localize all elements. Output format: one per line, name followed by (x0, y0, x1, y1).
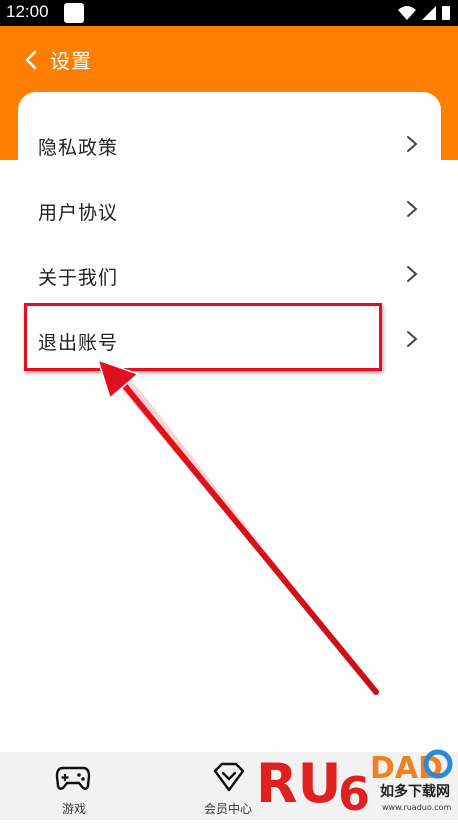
status-time: 12:00 (6, 2, 49, 21)
status-icons (396, 4, 452, 26)
page-title: 设置 (50, 49, 92, 73)
notification-icon (64, 3, 84, 23)
status-bar: 12:00 (0, 0, 458, 26)
highlight-box (24, 303, 382, 371)
tab-label: 游戏 (62, 802, 87, 816)
svg-text:RU: RU (256, 752, 341, 815)
svg-text:www.ruaduo.com: www.ruaduo.com (382, 803, 451, 812)
tab-games[interactable]: 游戏 (44, 752, 104, 820)
svg-text:6: 6 (338, 767, 370, 820)
svg-text:如多下载网: 如多下载网 (380, 783, 450, 800)
menu-item-agreement[interactable]: 用户协议 (18, 177, 441, 241)
gamepad-icon (55, 766, 91, 790)
menu-item-label: 关于我们 (38, 267, 119, 289)
menu-item-label: 用户协议 (38, 202, 119, 224)
menu-item-about[interactable]: 关于我们 (18, 242, 441, 306)
chevron-right-icon (407, 331, 418, 347)
battery-icon (442, 6, 450, 20)
signal-icon (422, 6, 436, 20)
chevron-right-icon (407, 201, 418, 217)
chevron-right-icon (407, 266, 418, 282)
watermark-logo: RU 6 DAD 如多下载网 www.ruaduo.com (252, 740, 458, 821)
diamond-heart-icon (213, 762, 245, 792)
menu-item-label: 隐私政策 (38, 137, 119, 159)
settings-card: 隐私政策 用户协议 关于我们 退出账号 (18, 92, 441, 742)
back-icon[interactable] (18, 46, 46, 74)
wifi-icon (398, 6, 416, 20)
tab-label: 会员中心 (204, 802, 253, 816)
menu-item-privacy[interactable]: 隐私政策 (18, 112, 441, 176)
chevron-right-icon (407, 136, 418, 152)
